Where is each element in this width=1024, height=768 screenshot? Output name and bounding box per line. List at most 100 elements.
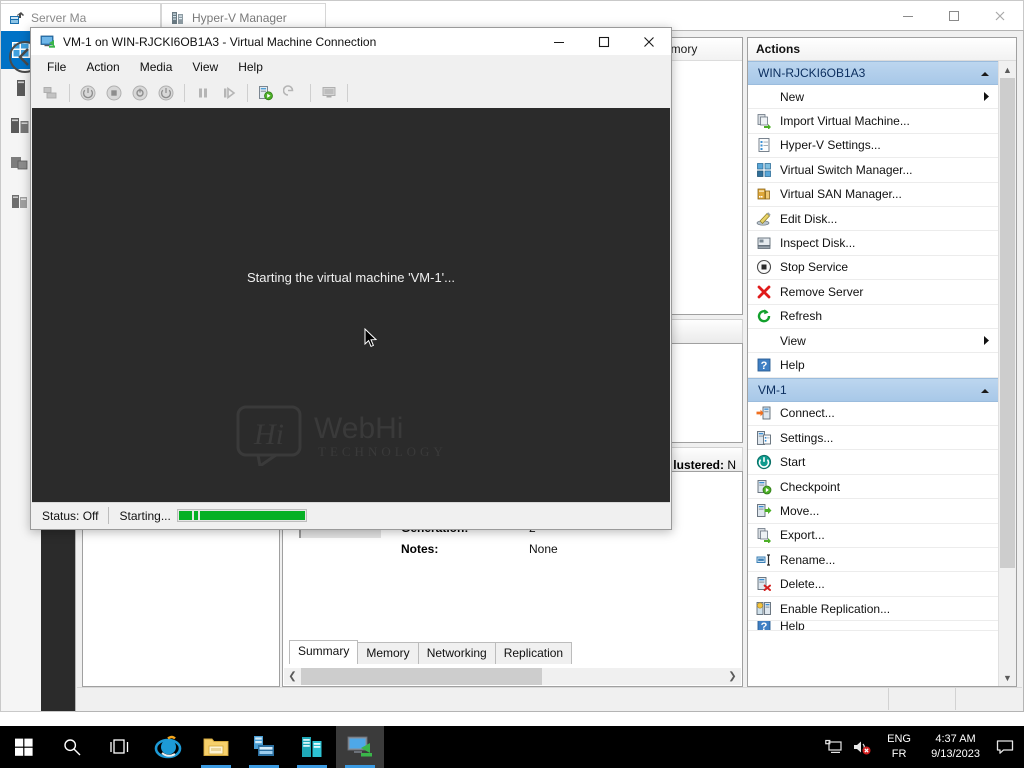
- menu-file[interactable]: File: [37, 57, 76, 77]
- clock[interactable]: 4:37 AM 9/13/2023: [923, 732, 988, 762]
- mouse-cursor: [364, 327, 378, 351]
- scroll-right-icon[interactable]: ❯: [724, 668, 741, 685]
- hyperv-status-bar: [77, 687, 1022, 710]
- action-center-icon[interactable]: [990, 726, 1020, 768]
- minimize-button[interactable]: [885, 1, 931, 30]
- action-view[interactable]: View: [748, 329, 998, 354]
- start-power-button[interactable]: [154, 81, 178, 105]
- progress-chunk: [193, 511, 198, 520]
- action-view-label: View: [780, 333, 806, 348]
- details-horizontal-scrollbar[interactable]: ❮ ❯: [284, 668, 741, 685]
- tab-replication[interactable]: Replication: [494, 642, 573, 664]
- action-connect[interactable]: Connect...: [748, 402, 998, 427]
- maximize-button[interactable]: [931, 1, 977, 30]
- file-explorer-icon[interactable]: [192, 726, 240, 768]
- toolbar-separator: [247, 84, 248, 102]
- start-icon: [756, 454, 772, 470]
- internet-explorer-icon[interactable]: [144, 726, 192, 768]
- ctrl-alt-del-button[interactable]: [39, 81, 63, 105]
- tab-networking[interactable]: Networking: [417, 642, 496, 664]
- action-inspect-disk[interactable]: Inspect Disk...: [748, 231, 998, 256]
- scroll-left-icon[interactable]: ❮: [284, 668, 301, 685]
- vm-connection-menubar: File Action Media View Help: [31, 55, 671, 79]
- clock-date: 9/13/2023: [931, 748, 980, 760]
- server-manager-icon[interactable]: [240, 726, 288, 768]
- vm-connection-title: VM-1 on WIN-RJCKI6OB1A3 - Virtual Machin…: [63, 34, 377, 49]
- vmc-maximize-button[interactable]: [581, 28, 626, 55]
- action-help-host[interactable]: ? Help: [748, 353, 998, 378]
- action-help-vm[interactable]: ? Help: [748, 621, 998, 632]
- action-export[interactable]: Export...: [748, 524, 998, 549]
- actions-group-host-label: WIN-RJCKI6OB1A3: [758, 66, 866, 80]
- tab-summary[interactable]: Summary: [289, 640, 359, 664]
- task-view-icon[interactable]: [96, 726, 144, 768]
- action-virtual-san-manager[interactable]: Virtual SAN Manager...: [748, 183, 998, 207]
- scrollbar-track[interactable]: [301, 668, 724, 685]
- action-label: Help: [780, 621, 805, 632]
- windows-start-icon[interactable]: [0, 726, 48, 768]
- language-indicator[interactable]: ENG FR: [877, 732, 921, 762]
- enable-replication-icon: [756, 601, 772, 617]
- scrollbar-thumb[interactable]: [301, 668, 543, 685]
- menu-help[interactable]: Help: [228, 57, 273, 77]
- actions-scrollbar-thumb[interactable]: [1000, 78, 1015, 568]
- collapse-chevron-icon[interactable]: [980, 383, 990, 397]
- action-move[interactable]: Move...: [748, 499, 998, 524]
- svg-text:?: ?: [761, 621, 768, 631]
- tab-memory[interactable]: Memory: [357, 642, 419, 664]
- submenu-arrow-icon: [984, 90, 990, 104]
- pause-button[interactable]: [191, 81, 215, 105]
- enhanced-session-button[interactable]: [317, 81, 341, 105]
- actions-vertical-scrollbar[interactable]: ▲ ▼: [998, 61, 1016, 686]
- scroll-up-icon[interactable]: ▲: [999, 61, 1016, 78]
- actions-group-vm[interactable]: VM-1: [748, 377, 998, 402]
- settings-icon: [756, 430, 772, 446]
- detail-value: None: [529, 542, 558, 556]
- action-rename[interactable]: Rename...: [748, 548, 998, 573]
- action-start[interactable]: Start: [748, 450, 998, 475]
- virtual-machine-connection-icon[interactable]: [336, 726, 384, 768]
- shut-down-button[interactable]: [102, 81, 126, 105]
- windows-taskbar: ENG FR 4:37 AM 9/13/2023: [0, 726, 1024, 768]
- action-remove-server[interactable]: Remove Server: [748, 280, 998, 305]
- action-enable-replication[interactable]: Enable Replication...: [748, 597, 998, 622]
- action-settings[interactable]: Settings...: [748, 426, 998, 451]
- menu-view[interactable]: View: [182, 57, 228, 77]
- clock-time: 4:37 AM: [935, 733, 976, 745]
- stop-service-icon: [756, 259, 772, 275]
- turn-off-button[interactable]: [76, 81, 100, 105]
- vm-status-state: Status: Off: [42, 508, 99, 523]
- save-button[interactable]: [128, 81, 152, 105]
- checkpoint-button[interactable]: [254, 81, 278, 105]
- menu-media[interactable]: Media: [130, 57, 183, 77]
- action-refresh[interactable]: Refresh: [748, 305, 998, 329]
- action-checkpoint[interactable]: Checkpoint: [748, 475, 998, 500]
- action-label: Settings...: [780, 430, 834, 445]
- volume-muted-icon[interactable]: [849, 726, 875, 768]
- vmc-close-button[interactable]: [626, 28, 671, 55]
- action-label: Checkpoint: [780, 479, 841, 494]
- action-stop-service[interactable]: Stop Service: [748, 256, 998, 281]
- vm-video-output[interactable]: Starting the virtual machine 'VM-1'... H…: [32, 108, 670, 502]
- action-import-virtual-machine[interactable]: Import Virtual Machine...: [748, 109, 998, 134]
- actions-group-host[interactable]: WIN-RJCKI6OB1A3: [748, 61, 998, 85]
- hyper-v-manager-icon[interactable]: [288, 726, 336, 768]
- network-icon[interactable]: [821, 726, 847, 768]
- collapse-chevron-icon[interactable]: [980, 66, 990, 80]
- scroll-down-icon[interactable]: ▼: [999, 669, 1016, 686]
- vm-connection-titlebar[interactable]: VM-1 on WIN-RJCKI6OB1A3 - Virtual Machin…: [31, 28, 671, 55]
- menu-action[interactable]: Action: [76, 57, 129, 77]
- vmc-minimize-button[interactable]: [536, 28, 581, 55]
- close-button[interactable]: [977, 1, 1023, 30]
- virtual-san-icon: [756, 186, 772, 202]
- action-new[interactable]: New: [748, 85, 998, 110]
- resume-button[interactable]: [217, 81, 241, 105]
- search-icon[interactable]: [48, 726, 96, 768]
- hyperv-settings-icon: [756, 137, 772, 153]
- action-delete[interactable]: Delete...: [748, 572, 998, 597]
- action-hyperv-settings[interactable]: Hyper-V Settings...: [748, 134, 998, 159]
- action-virtual-switch-manager[interactable]: Virtual Switch Manager...: [748, 158, 998, 183]
- action-edit-disk[interactable]: Edit Disk...: [748, 207, 998, 232]
- move-icon: [756, 503, 772, 519]
- revert-button[interactable]: [280, 81, 304, 105]
